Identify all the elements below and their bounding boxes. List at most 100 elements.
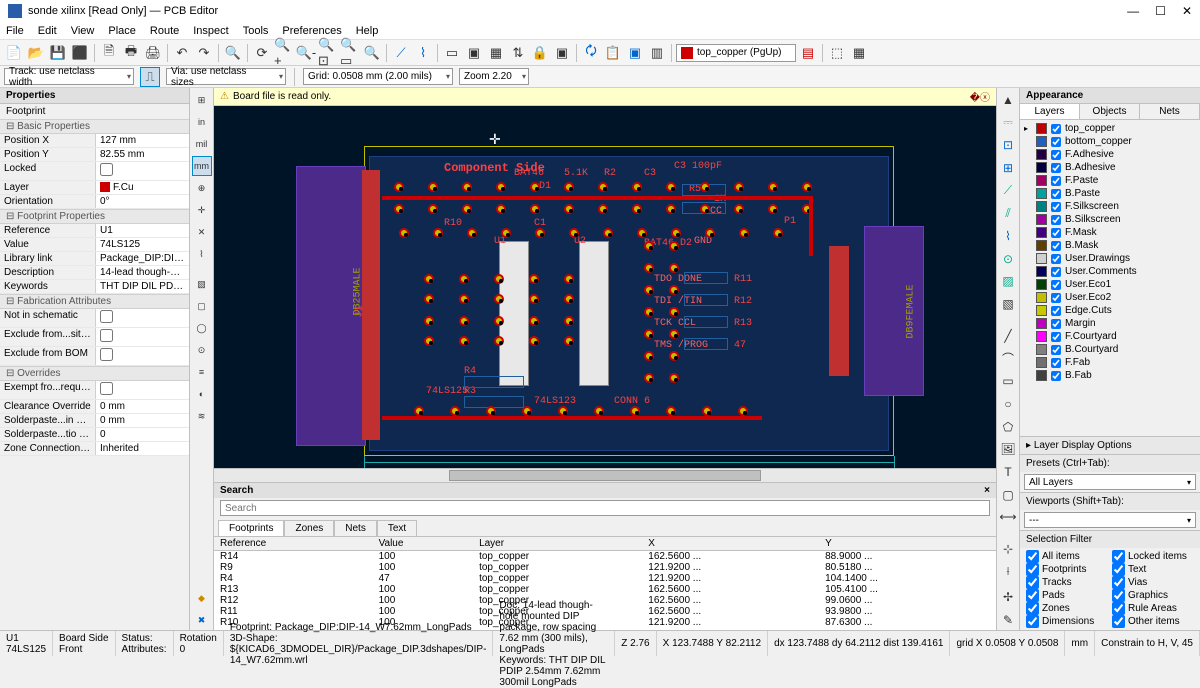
schematic-icon[interactable]: 📋 xyxy=(603,43,623,63)
zone-outline-icon[interactable]: ▢ xyxy=(192,296,212,316)
filter-checkbox[interactable]: Graphics xyxy=(1112,589,1194,602)
layer-row[interactable]: B.Fab xyxy=(1022,369,1198,382)
layer-row[interactable]: Margin xyxy=(1022,317,1198,330)
search-input[interactable] xyxy=(220,500,990,516)
menu-help[interactable]: Help xyxy=(356,25,379,37)
scripting-console-icon[interactable]: ✖ xyxy=(192,610,212,630)
curved-ratsnest-icon[interactable]: ⌇ xyxy=(413,43,433,63)
auto-track-width-icon[interactable]: ⎍ xyxy=(140,67,160,87)
redo-icon[interactable]: ↷ xyxy=(194,43,214,63)
menu-route[interactable]: Route xyxy=(150,25,179,37)
select-tool-icon[interactable]: ▲ xyxy=(998,90,1018,110)
layer-row[interactable]: F.Adhesive xyxy=(1022,148,1198,161)
prop-row[interactable]: Exempt fro...requirement xyxy=(0,381,189,400)
menu-edit[interactable]: Edit xyxy=(38,25,57,37)
menu-place[interactable]: Place xyxy=(108,25,136,37)
prop-row[interactable]: Clearance Override0 mm xyxy=(0,400,189,414)
prop-row[interactable]: Description14-lead though-hole mount xyxy=(0,266,189,280)
filter-checkbox[interactable]: Zones xyxy=(1026,602,1108,615)
mil-unit-icon[interactable]: mil xyxy=(192,134,212,154)
filter-checkbox[interactable]: Vias xyxy=(1112,576,1194,589)
add-textbox-icon[interactable]: ▢ xyxy=(998,485,1018,505)
filter-checkbox[interactable]: Tracks xyxy=(1026,576,1108,589)
filter-checkbox[interactable]: Pads xyxy=(1026,589,1108,602)
tab-footprints[interactable]: Footprints xyxy=(218,520,284,536)
menu-file[interactable]: File xyxy=(6,25,24,37)
menu-preferences[interactable]: Preferences xyxy=(282,25,341,37)
layer-list[interactable]: ▸top_copperbottom_copperF.AdhesiveB.Adhe… xyxy=(1020,120,1200,436)
mm-unit-icon[interactable]: in xyxy=(192,112,212,132)
layer-display-options[interactable]: ▸ Layer Display Options xyxy=(1020,436,1200,454)
draw-arc-icon[interactable]: ⌒ xyxy=(998,349,1018,369)
minimize-icon[interactable]: — xyxy=(1127,4,1139,18)
open-icon[interactable]: 📂 xyxy=(26,43,46,63)
prop-row[interactable]: Library linkPackage_DIP:DIP-14_W7.62 xyxy=(0,252,189,266)
canvas-scrollbar[interactable] xyxy=(214,468,996,482)
prop-row[interactable]: Not in schematic xyxy=(0,309,189,328)
show-drc-icon[interactable]: ▣ xyxy=(552,43,572,63)
add-footprint-icon[interactable]: ⊞ xyxy=(998,158,1018,178)
new-icon[interactable]: 📄 xyxy=(4,43,24,63)
prop-row[interactable]: Locked xyxy=(0,162,189,181)
drc-icon[interactable]: ▣ xyxy=(625,43,645,63)
route-diff-pair-icon[interactable]: ⫽ xyxy=(998,204,1018,224)
pad-outline-icon[interactable]: ◯ xyxy=(192,318,212,338)
route-track-icon[interactable]: ⟋ xyxy=(998,181,1018,201)
board-setup-icon[interactable]: ⬛ xyxy=(70,43,90,63)
viewports-select[interactable]: --- xyxy=(1024,512,1196,528)
layer-row[interactable]: B.Silkscreen xyxy=(1022,213,1198,226)
prop-row[interactable]: Exclude from...sition files xyxy=(0,328,189,347)
presets-select[interactable]: All Layers xyxy=(1024,474,1196,490)
tab-layers[interactable]: Layers xyxy=(1020,104,1080,119)
highlight-net-icon[interactable]: ⎓ xyxy=(998,113,1018,133)
maximize-icon[interactable]: ☐ xyxy=(1155,4,1166,18)
tab-zones[interactable]: Zones xyxy=(284,520,334,536)
layer-selector[interactable]: top_copper (PgUp) xyxy=(676,44,796,62)
table-row[interactable]: R14100top_copper162.5600 ...88.9000 ... xyxy=(214,551,996,563)
tab-nets-appearance[interactable]: Nets xyxy=(1140,104,1200,119)
draw-circle-icon[interactable]: ○ xyxy=(998,394,1018,414)
info-close-icon[interactable]: �ⓧ xyxy=(970,89,990,104)
save-icon[interactable]: 💾 xyxy=(48,43,68,63)
layer-row[interactable]: F.Silkscreen xyxy=(1022,200,1198,213)
ratsnest-curve-icon[interactable]: ⌇ xyxy=(192,244,212,264)
prop-row[interactable]: Position Y82.55 mm xyxy=(0,148,189,162)
via-outline-icon[interactable]: ⊙ xyxy=(192,340,212,360)
cursor-shape-icon[interactable]: ✛ xyxy=(192,200,212,220)
prop-row[interactable]: Orientation0° xyxy=(0,195,189,209)
track-width-select[interactable]: Track: use netclass width xyxy=(4,68,134,85)
prop-row[interactable]: LayerF.Cu xyxy=(0,181,189,195)
plugin-icon[interactable]: ⬚ xyxy=(827,43,847,63)
tab-nets[interactable]: Nets xyxy=(334,520,377,536)
inch-unit-icon[interactable]: mm xyxy=(192,156,212,176)
grid-toggle-icon[interactable]: ⊞ xyxy=(192,90,212,110)
layer-row[interactable]: User.Eco2 xyxy=(1022,291,1198,304)
prop-row[interactable]: Value74LS125 xyxy=(0,238,189,252)
filter-checkbox[interactable]: Text xyxy=(1112,563,1194,576)
add-rule-area-icon[interactable]: ▧ xyxy=(998,294,1018,314)
prop-row[interactable]: Solderpaste...in Override0 mm xyxy=(0,414,189,428)
layer-row[interactable]: F.Courtyard xyxy=(1022,330,1198,343)
grid-select[interactable]: Grid: 0.0508 mm (2.00 mils) xyxy=(303,68,453,85)
layer-row[interactable]: Edge.Cuts xyxy=(1022,304,1198,317)
grid-icon[interactable]: ▦ xyxy=(849,43,869,63)
measure-icon[interactable]: ⟊ xyxy=(998,562,1018,582)
filter-checkbox[interactable]: Dimensions xyxy=(1026,615,1108,628)
filter-checkbox[interactable]: All items xyxy=(1026,550,1108,563)
grid-origin-icon[interactable]: ✢ xyxy=(998,588,1018,608)
draw-line-icon[interactable]: ╱ xyxy=(998,326,1018,346)
flip-board-icon[interactable]: ⇅ xyxy=(508,43,528,63)
prop-row[interactable]: Zone Connection StyleInherited xyxy=(0,442,189,456)
update-pcb-icon[interactable]: 🗘 xyxy=(581,43,601,63)
add-image-icon[interactable]: 🖼 xyxy=(998,439,1018,459)
menu-tools[interactable]: Tools xyxy=(243,25,269,37)
add-text-icon[interactable]: T xyxy=(998,462,1018,482)
selection-filter[interactable]: All items Locked items Footprints Text T… xyxy=(1020,548,1200,630)
table-row[interactable]: R447top_copper121.9200 ...104.1400 ... xyxy=(214,573,996,584)
footprint-editor-icon[interactable]: ▭ xyxy=(442,43,462,63)
ratsnest-vis-icon[interactable]: ✕ xyxy=(192,222,212,242)
tab-text[interactable]: Text xyxy=(377,520,417,536)
print-icon[interactable]: 🖶 xyxy=(121,43,141,63)
plot-icon[interactable]: 🖨 xyxy=(143,43,163,63)
prop-row[interactable]: Solderpaste...tio Override0 xyxy=(0,428,189,442)
